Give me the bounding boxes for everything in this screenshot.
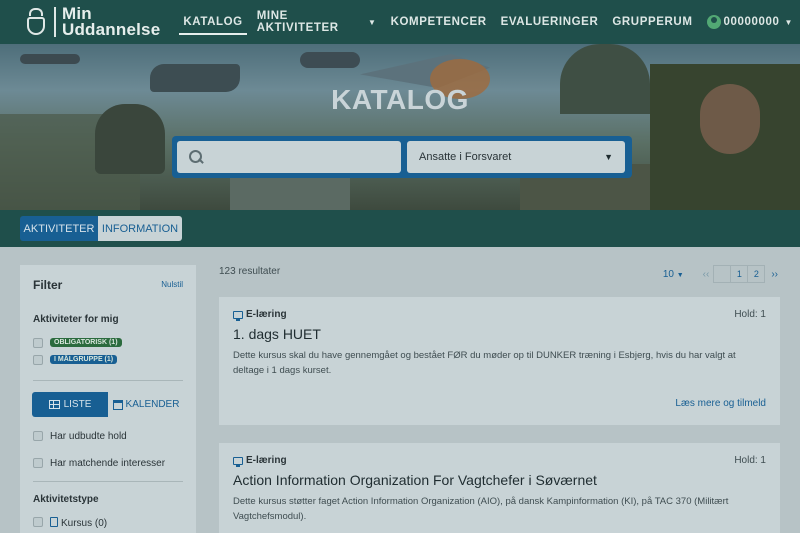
chevron-down-icon: ▼ bbox=[368, 17, 377, 27]
page-size-select[interactable]: 10 ▼ bbox=[663, 269, 684, 280]
nav-katalog[interactable]: KATALOG bbox=[176, 0, 249, 44]
audience-select-value: Ansatte i Forsvaret bbox=[419, 151, 512, 163]
card-type: E-læring bbox=[233, 455, 287, 467]
page-2-button[interactable]: 2 bbox=[747, 265, 766, 283]
monitor-icon bbox=[233, 310, 243, 321]
nav-kompetencer-label: KOMPETENCER bbox=[390, 16, 487, 28]
user-id: 00000000 bbox=[723, 16, 780, 28]
activity-card[interactable]: E-læring Hold: 1 Action Information Orga… bbox=[219, 443, 780, 533]
next-page-button[interactable]: ›› bbox=[771, 269, 778, 280]
nav-grupperum-label: GRUPPERUM bbox=[612, 16, 693, 28]
page-1-button[interactable]: 1 bbox=[730, 265, 749, 283]
divider bbox=[33, 380, 183, 381]
card-type-label: E-læring bbox=[246, 455, 287, 466]
pagination: 10 ▼ ‹‹ 1 2 ›› bbox=[663, 265, 778, 283]
checkbox-open-hold[interactable] bbox=[33, 431, 43, 441]
card-type-label: E-læring bbox=[246, 309, 287, 320]
view-list-button[interactable]: LISTE bbox=[32, 392, 108, 417]
chevron-down-icon: ▼ bbox=[676, 271, 684, 279]
label-interests: Har matchende interesser bbox=[50, 458, 166, 469]
user-menu[interactable]: 00000000 ▼ bbox=[700, 0, 800, 44]
chevron-down-icon: ▼ bbox=[604, 152, 613, 162]
nav-kompetencer[interactable]: KOMPETENCER bbox=[384, 0, 494, 44]
activity-card[interactable]: E-læring Hold: 1 1. dags HUET Dette kurs… bbox=[219, 297, 780, 425]
tab-information[interactable]: INFORMATION bbox=[98, 216, 182, 241]
card-description: Dette kursus skal du have gennemgået og … bbox=[233, 350, 736, 376]
search-icon bbox=[189, 150, 203, 164]
chevron-down-icon: ▼ bbox=[784, 17, 793, 27]
page-title: KATALOG bbox=[331, 84, 469, 115]
nav-mine-aktiviteter-label: MINE AKTIVITETER bbox=[256, 10, 339, 34]
prev-page-button[interactable]: ‹‹ bbox=[703, 269, 710, 280]
search-field[interactable] bbox=[177, 141, 401, 173]
page-size-value: 10 bbox=[662, 268, 674, 280]
card-hold-count: Hold: 1 bbox=[734, 455, 766, 466]
calendar-icon bbox=[112, 399, 123, 410]
tab-aktiviteter[interactable]: AKTIVITETER bbox=[20, 216, 98, 241]
section-title-type: Aktivitetstype bbox=[33, 494, 99, 505]
logo-text: Min Uddannelse bbox=[62, 5, 161, 39]
nav-evalueringer[interactable]: EVALUERINGER bbox=[494, 0, 606, 44]
divider bbox=[33, 481, 183, 482]
view-list-label: LISTE bbox=[63, 399, 92, 410]
top-navigation: Min Uddannelse KATALOG MINE AKTIVITETER ▼… bbox=[0, 0, 800, 44]
badge-target-group: I MÅLGRUPPE (1) bbox=[50, 355, 118, 364]
card-description: Dette kursus støtter faget Action Inform… bbox=[233, 496, 729, 522]
read-more-link[interactable]: Læs mere og tilmeld bbox=[675, 398, 766, 409]
page-blank bbox=[713, 265, 732, 283]
filter-reset-link[interactable]: Nulstil bbox=[161, 280, 183, 289]
card-type: E-læring bbox=[233, 309, 287, 321]
label-course-text: Kursus (0) bbox=[61, 518, 108, 529]
search-input[interactable] bbox=[211, 150, 391, 164]
logo-divider bbox=[54, 7, 56, 37]
site-logo[interactable]: Min Uddannelse bbox=[26, 5, 161, 39]
card-title[interactable]: Action Information Organization For Vagt… bbox=[233, 472, 597, 488]
results-count: 123 resultater bbox=[219, 266, 281, 277]
main-nav: KATALOG MINE AKTIVITETER ▼ KOMPETENCER EV… bbox=[176, 0, 800, 44]
section-title-mine: Aktiviteter for mig bbox=[33, 314, 119, 325]
search-bar: Ansatte i Forsvaret ▼ bbox=[172, 136, 632, 178]
filter-panel: Filter Nulstil Aktiviteter for mig OBLIG… bbox=[20, 265, 196, 533]
audience-select[interactable]: Ansatte i Forsvaret ▼ bbox=[407, 141, 625, 173]
user-avatar-icon bbox=[706, 15, 721, 29]
nav-grupperum[interactable]: GRUPPERUM bbox=[605, 0, 699, 44]
monitor-icon bbox=[233, 456, 243, 467]
crest-icon bbox=[26, 8, 46, 36]
checkbox-mandatory[interactable] bbox=[33, 338, 43, 348]
checkbox-course[interactable] bbox=[33, 517, 43, 527]
nav-mine-aktiviteter[interactable]: MINE AKTIVITETER ▼ bbox=[250, 0, 384, 44]
label-open-hold: Har udbudte hold bbox=[50, 431, 127, 442]
course-icon bbox=[50, 517, 58, 527]
checkbox-target-group[interactable] bbox=[33, 355, 43, 365]
hero-image-collage bbox=[0, 44, 800, 210]
card-hold-count: Hold: 1 bbox=[734, 309, 766, 320]
view-toggle: LISTE KALENDER bbox=[32, 392, 184, 417]
nav-evalueringer-label: EVALUERINGER bbox=[500, 16, 599, 28]
filter-title: Filter bbox=[33, 278, 63, 292]
view-calendar-button[interactable]: KALENDER bbox=[108, 392, 184, 417]
checkbox-interests[interactable] bbox=[33, 458, 43, 468]
nav-katalog-label: KATALOG bbox=[183, 16, 243, 28]
tab-bar: AKTIVITETER INFORMATION bbox=[0, 210, 800, 247]
table-icon bbox=[48, 400, 60, 409]
logo-line-2: Uddannelse bbox=[62, 20, 161, 39]
hero-banner: KATALOG Ansatte i Forsvaret ▼ bbox=[0, 44, 800, 210]
badge-mandatory: OBLIGATORISK (1) bbox=[50, 338, 122, 347]
label-course: Kursus (0) bbox=[50, 517, 107, 529]
view-calendar-label: KALENDER bbox=[125, 399, 180, 410]
card-title[interactable]: 1. dags HUET bbox=[233, 326, 321, 342]
